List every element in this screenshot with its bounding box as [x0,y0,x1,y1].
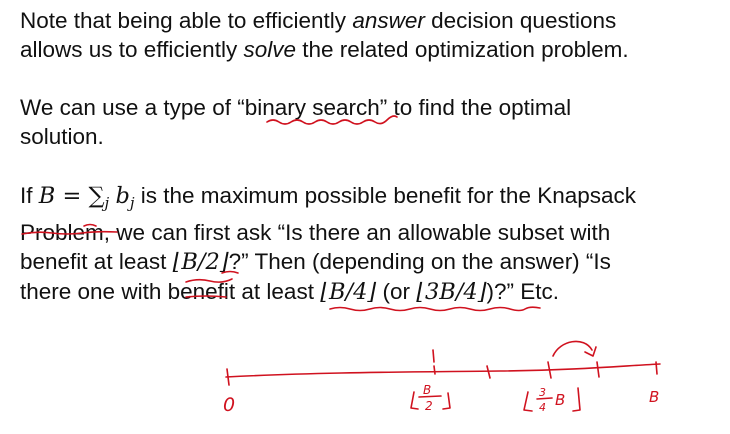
paragraph1-line2: allows us to efficiently solve the relat… [20,37,629,62]
tick-half [432,349,435,363]
tick-three-quarter-b [596,361,600,378]
slide: Note that being able to efficiently answ… [0,0,730,434]
benefit-word: benefit [167,279,236,304]
math-b: b [115,183,130,209]
math-sum: ∑ [88,183,105,209]
arc-arrowhead [584,346,597,357]
label-three-quarter-den: 4 [539,401,546,414]
tick-half-mark [433,365,436,375]
problem-word: Problem [20,220,104,245]
math-B: B [38,183,56,209]
math-floor-three-quarter: ⌊3B/4⌋ [416,279,487,305]
label-end: B [649,388,659,406]
math-equals: = [55,183,89,209]
label-half-num: B [423,383,431,397]
paragraph-binary-search: We can use a type of “binary search” to … [20,93,571,151]
emphasis-answer: answer [352,8,425,33]
math-sum-index: j [104,194,110,212]
underline-floor-quarters [329,306,541,312]
fraction-bar-three-quarter [536,397,553,400]
label-half-den: 2 [425,399,433,413]
number-line [225,363,661,378]
label-zero: 0 [223,394,235,416]
tick-quarter-a [486,365,491,379]
paragraph2-line2: solution. [20,124,104,149]
paragraph3-line2: Problem, we can first ask “Is there an a… [20,220,611,245]
bracket-three-quarter-right [572,387,581,412]
math-floor-quarter: ⌊B/4⌋ [320,279,377,305]
math-floor-half: ⌊B/2⌋ [172,249,229,275]
paragraph1-line1: Note that being able to efficiently answ… [20,8,617,33]
paragraph3-line4: there one with benefit at least ⌊B/4⌋ (o… [20,279,560,305]
emphasis-solve: solve [243,37,296,62]
label-three-quarter-num: 3 [539,386,546,399]
bracket-three-quarter-left [523,391,533,412]
paragraph3-line3: benefit at least ⌊B/2⌋?” Then (depending… [20,249,611,275]
tick-three-quarter [547,361,552,379]
label-three-quarter-var: B [555,391,565,409]
arc-arrow [552,340,593,357]
binary-search-phrase: binary search [244,95,380,120]
paragraph2-line1: We can use a type of “binary search” to … [20,95,572,120]
paragraph-knapsack: If B = ∑j bj is the maximum possible ben… [20,181,636,307]
tick-start [226,368,230,386]
fraction-bar-half [418,395,442,398]
bracket-half-left [410,391,419,410]
bracket-half-right [442,392,451,410]
paragraph-decision-optimization: Note that being able to efficiently answ… [20,6,629,64]
tick-end [655,361,658,375]
paragraph3-line1: If B = ∑j bj is the maximum possible ben… [20,183,637,212]
